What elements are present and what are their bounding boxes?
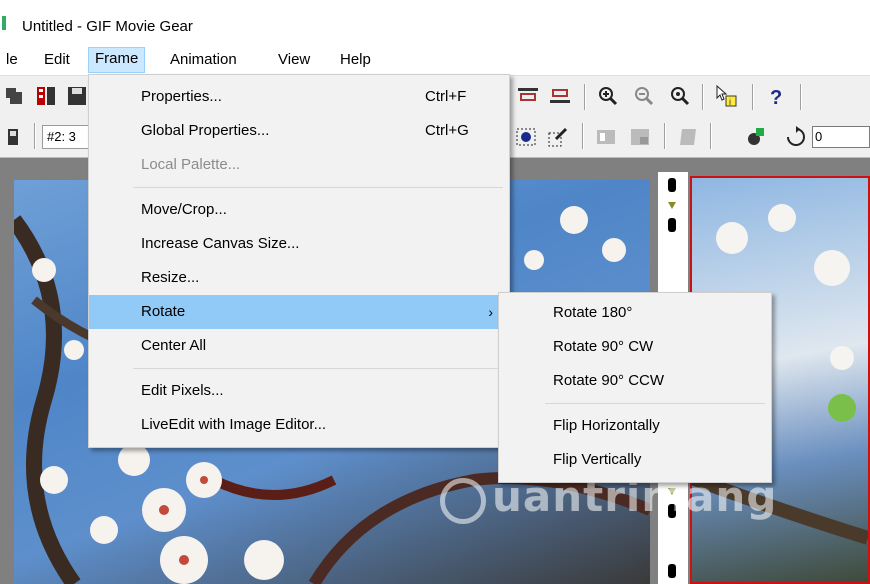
menu-item-properties[interactable]: Properties... Ctrl+F <box>89 80 509 114</box>
menu-item-rotate-180[interactable]: Rotate 180° <box>499 296 771 330</box>
help-icon[interactable]: ? <box>764 84 788 108</box>
menu-item-label: Rotate 180° <box>553 304 633 321</box>
menu-item-edit-pixels[interactable]: Edit Pixels... <box>89 374 509 408</box>
frame-indicator: #2: 3 <box>42 125 92 149</box>
menu-item-shortcut: Ctrl+F <box>425 88 467 105</box>
menu-item-label: Resize... <box>141 269 200 286</box>
tile-icon[interactable] <box>594 125 618 149</box>
menu-item-resize[interactable]: Resize... <box>89 261 509 295</box>
toolbar-separator <box>800 84 801 110</box>
menu-item-label: Rotate 90° CW <box>553 338 654 355</box>
film-icon[interactable] <box>34 84 58 108</box>
menu-item-label: Flip Horizontally <box>553 417 660 434</box>
tile-3-icon[interactable] <box>676 125 700 149</box>
menu-separator <box>133 368 503 369</box>
menu-item-label: Edit Pixels... <box>141 382 224 399</box>
menu-item-label: Local Palette... <box>141 156 241 173</box>
svg-text:i: i <box>729 97 731 107</box>
menu-item-label: Flip Vertically <box>553 451 642 468</box>
menu-item-label: Rotate <box>141 303 186 320</box>
window-title: Untitled - GIF Movie Gear <box>22 18 193 35</box>
menu-item-label: Center All <box>141 337 207 354</box>
tile-2-icon[interactable] <box>628 125 652 149</box>
toolbar-separator <box>702 84 703 110</box>
loop-icon[interactable] <box>784 125 808 149</box>
zoom-out-icon[interactable] <box>632 84 656 108</box>
toolbar-separator <box>752 84 753 110</box>
frame-icon[interactable] <box>514 125 538 149</box>
menu-help[interactable]: Help <box>334 48 377 72</box>
move-icon[interactable] <box>2 84 26 108</box>
menu-animation[interactable]: Animation <box>164 48 243 72</box>
menu-item-liveedit[interactable]: LiveEdit with Image Editor... <box>89 408 509 442</box>
menu-item-shortcut: Ctrl+G <box>425 122 469 139</box>
menu-item-increase-canvas-size[interactable]: Increase Canvas Size... <box>89 227 509 261</box>
menu-item-center-all[interactable]: Center All <box>89 329 509 363</box>
loop-count-input[interactable]: 0 <box>812 126 870 148</box>
zoom-fit-icon[interactable] <box>668 84 692 108</box>
menu-file[interactable]: le <box>0 48 24 72</box>
title-bar: Untitled - GIF Movie Gear <box>0 0 870 44</box>
rotate-submenu: Rotate 180° Rotate 90° CW Rotate 90° CCW… <box>498 292 772 483</box>
toolbar-separator <box>34 123 35 149</box>
menu-item-rotate-90-ccw[interactable]: Rotate 90° CCW <box>499 364 771 398</box>
color-icon[interactable] <box>744 125 768 149</box>
toolbar-separator <box>664 123 665 149</box>
menu-frame[interactable]: Frame <box>88 47 146 73</box>
svg-text:?: ? <box>770 87 782 108</box>
menu-item-label: Properties... <box>141 88 222 105</box>
app-icon[interactable] <box>2 16 6 30</box>
menu-edit[interactable]: Edit <box>38 48 76 72</box>
toolbar-separator <box>584 84 585 110</box>
menu-item-flip-horizontally[interactable]: Flip Horizontally <box>499 409 771 443</box>
save-icon[interactable] <box>66 84 90 108</box>
select-icon[interactable]: i <box>714 84 738 108</box>
menu-item-label: Global Properties... <box>141 122 270 139</box>
menu-separator <box>133 187 503 188</box>
menu-item-flip-vertically[interactable]: Flip Vertically <box>499 443 771 477</box>
menu-item-move-crop[interactable]: Move/Crop... <box>89 193 509 227</box>
menu-item-rotate[interactable]: Rotate › <box>89 295 509 329</box>
menu-item-label: Increase Canvas Size... <box>141 235 300 252</box>
menu-bar: le Edit Frame Animation View Help <box>0 44 870 74</box>
menu-view[interactable]: View <box>272 48 316 72</box>
menu-item-global-properties[interactable]: Global Properties... Ctrl+G <box>89 114 509 148</box>
submenu-arrow-icon: › <box>488 304 493 320</box>
paint-icon[interactable] <box>546 125 570 149</box>
toolbar-separator <box>710 123 711 149</box>
align-bottom-icon[interactable] <box>548 84 572 108</box>
frame-menu-dropdown: Properties... Ctrl+F Global Properties..… <box>88 74 510 448</box>
menu-item-label: Rotate 90° CCW <box>553 372 665 389</box>
align-top-icon[interactable] <box>516 84 540 108</box>
menu-separator <box>545 403 765 404</box>
menu-item-local-palette: Local Palette... <box>89 148 509 182</box>
menu-item-label: Move/Crop... <box>141 201 227 218</box>
zoom-in-icon[interactable] <box>596 84 620 108</box>
menu-item-rotate-90-cw[interactable]: Rotate 90° CW <box>499 330 771 364</box>
frame-tool-icon[interactable] <box>4 125 28 149</box>
watermark-logo-icon <box>440 478 486 524</box>
toolbar-separator <box>582 123 583 149</box>
menu-item-label: LiveEdit with Image Editor... <box>141 416 327 433</box>
